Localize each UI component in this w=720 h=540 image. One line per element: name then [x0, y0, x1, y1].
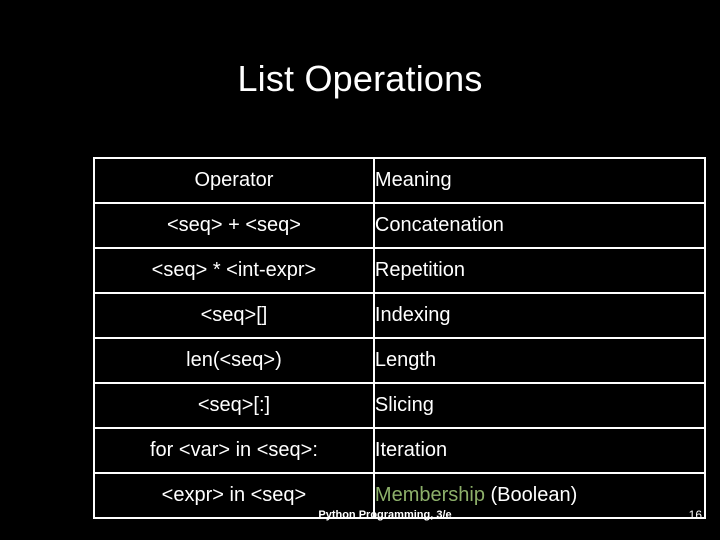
table-body: <seq> + <seq> Concatenation <seq> * <int-e…: [93, 202, 707, 519]
column-header-meaning: Meaning: [372, 157, 707, 204]
cell-meaning-accent: Membership: [374, 483, 485, 506]
cell-operator: <seq> + <seq>: [93, 202, 375, 249]
table-row: len(<seq>) Length: [93, 337, 707, 384]
footer-page-number: 16: [688, 508, 702, 522]
table-row: <seq> + <seq> Concatenation: [93, 202, 707, 249]
column-header-operator: Operator: [93, 157, 375, 204]
cell-meaning: Slicing: [372, 382, 707, 429]
cell-meaning: Indexing: [372, 292, 707, 339]
cell-meaning: Iteration: [372, 427, 707, 474]
cell-meaning: Repetition: [372, 247, 707, 294]
cell-meaning-rest: (Boolean): [484, 483, 578, 506]
list-operations-table: Operator Meaning <seq> + <seq> Concatenat…: [93, 157, 707, 519]
table-header-row: Operator Meaning: [93, 157, 707, 204]
table-row: <seq>[:] Slicing: [93, 382, 707, 429]
cell-operator: <seq> * <int-expr>: [93, 247, 375, 294]
cell-meaning: Concatenation: [372, 202, 707, 249]
page-title: List Operations: [237, 58, 483, 99]
cell-operator: for <var> in <seq>:: [93, 427, 375, 474]
table-header: Operator Meaning: [93, 157, 707, 204]
cell-meaning: Length: [372, 337, 707, 384]
footer-source: Python Programming, 3/e: [318, 509, 452, 521]
table-row: <seq> * <int-expr> Repetition: [93, 247, 707, 294]
cell-operator: <seq>[]: [93, 292, 375, 339]
cell-operator: len(<seq>): [93, 337, 375, 384]
table-row: for <var> in <seq>: Iteration: [93, 427, 707, 474]
slide-canvas: List Operations Operator Meaning <seq> +…: [0, 0, 720, 540]
list-operations-table-wrap: Operator Meaning <seq> + <seq> Concatenat…: [93, 157, 707, 519]
cell-operator: <seq>[:]: [93, 382, 375, 429]
table-row: <seq>[] Indexing: [93, 292, 707, 339]
